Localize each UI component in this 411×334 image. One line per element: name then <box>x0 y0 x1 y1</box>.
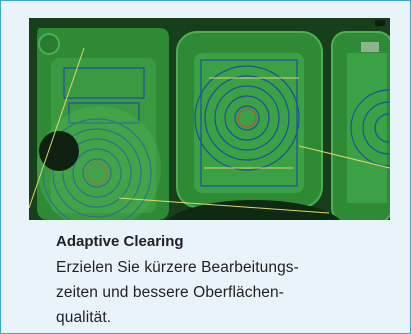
feature-caption: Adaptive Clearing Erzielen Sie kürzere B… <box>56 227 376 330</box>
description-line: zeiten und bessere Oberflächen- <box>56 284 284 301</box>
toolpath-image <box>29 18 390 220</box>
feature-title: Adaptive Clearing <box>56 233 184 250</box>
feature-card: Adaptive Clearing Erzielen Sie kürzere B… <box>0 0 411 334</box>
feature-description: Erzielen Sie kürzere Bearbeitungs- zeite… <box>56 255 376 330</box>
description-line: Erzielen Sie kürzere Bearbeitungs- <box>56 259 299 276</box>
description-line: qualität. <box>56 309 112 326</box>
cnc-toolpath-image <box>29 18 390 220</box>
